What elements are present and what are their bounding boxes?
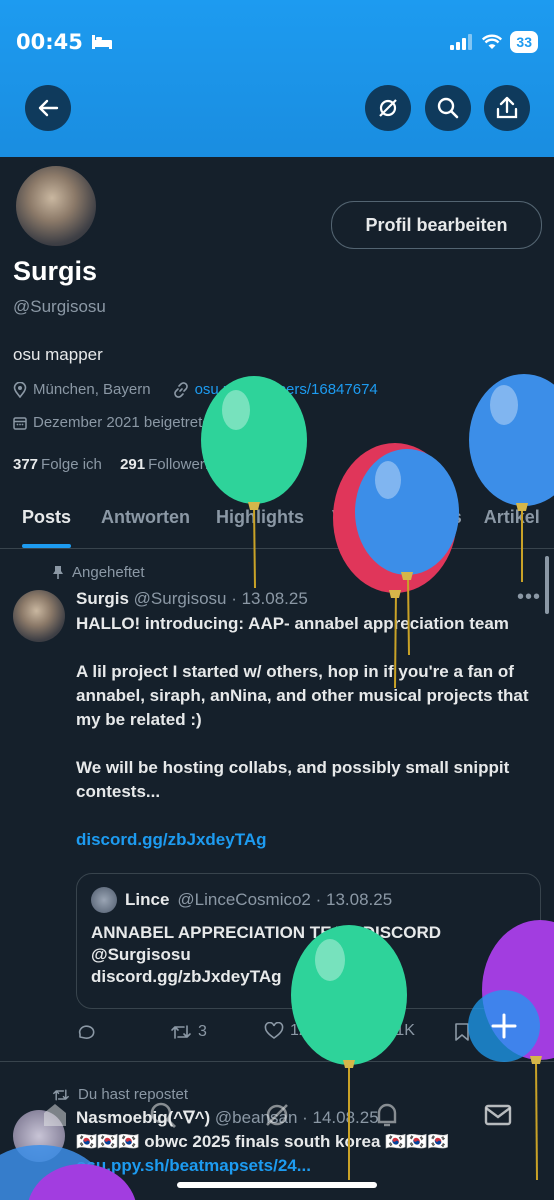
post-text-line: A lil project I started w/ others, hop i…	[76, 662, 529, 729]
pinned-indicator: Angeheftet	[52, 564, 145, 581]
more-options-icon[interactable]: •••	[517, 586, 541, 609]
profile-joined-row: Dezember 2021 beigetreten	[13, 414, 219, 431]
quote-text-line: @Surgisosu	[91, 945, 191, 964]
battery-indicator: 33	[510, 31, 538, 53]
search-icon	[437, 97, 459, 119]
quote-text-line: ANNABEL APPRECIATION TEAM DISCORD	[91, 923, 442, 942]
reply-button[interactable]	[76, 1022, 96, 1042]
followers-link[interactable]: 291 Follower:innen	[120, 456, 246, 473]
post-text-line: We will be hosting collabs, and possibly…	[76, 758, 510, 801]
quote-body: ANNABEL APPRECIATION TEAM DISCORD @Surgi…	[91, 922, 441, 988]
home-indicator	[177, 1182, 377, 1188]
tab-replies[interactable]: Antworten	[101, 490, 190, 548]
signal-icon	[450, 34, 473, 50]
view-count: 1,1K	[382, 1022, 415, 1039]
post-divider	[0, 1061, 554, 1062]
bed-icon	[91, 35, 112, 49]
tab-articles[interactable]: Artikel	[484, 490, 540, 548]
views-button[interactable]: 1,1K	[358, 1022, 415, 1040]
link-icon	[173, 381, 188, 398]
home-icon[interactable]	[40, 1100, 70, 1130]
profile-meta-row: München, Bayern osu.ppy.sh/users/1684767…	[13, 381, 378, 398]
location-pin-icon	[13, 381, 27, 398]
compose-post-button[interactable]	[468, 990, 540, 1062]
profile-bio: osu mapper	[13, 345, 103, 364]
second-post-meta: @beansan · 14.08.25	[214, 1108, 379, 1127]
profile-location: München, Bayern	[33, 381, 151, 398]
profile-banner	[0, 0, 554, 157]
pin-icon	[53, 566, 63, 579]
status-time: 00:45	[16, 30, 83, 54]
notifications-icon[interactable]	[372, 1100, 402, 1130]
repost-icon	[171, 1025, 191, 1039]
followers-label: Follower:innen	[148, 456, 246, 473]
quoted-post[interactable]: Lince @LinceCosmico2 · 13.08.25 ANNABEL …	[76, 873, 541, 1009]
like-count: 12	[290, 1022, 308, 1039]
post-author[interactable]: Surgis	[76, 589, 129, 608]
views-chart-icon	[360, 1024, 374, 1039]
second-post-text: 🇰🇷🇰🇷🇰🇷 obwc 2025 finals south korea 🇰🇷🇰🇷…	[76, 1132, 449, 1151]
profile-name: Surgis	[13, 256, 98, 286]
tab-videos[interactable]: Videos	[332, 490, 391, 548]
pinned-label: Angeheftet	[72, 564, 145, 581]
share-button[interactable]	[484, 85, 530, 131]
heart-icon	[264, 1022, 284, 1039]
profile-tabs: Posts Antworten Highlights Videos Fotos …	[0, 490, 554, 549]
post-meta: @Surgisosu · 13.08.25	[133, 589, 308, 608]
messages-icon[interactable]	[483, 1100, 513, 1130]
second-post-header: Nasmoebig(^∇^) @beansan · 14.08.25	[76, 1108, 379, 1128]
share-icon	[496, 96, 518, 119]
status-bar: 00:45 33	[16, 28, 538, 56]
search-button[interactable]	[425, 85, 471, 131]
repost-button[interactable]: 3	[170, 1022, 207, 1042]
following-count: 377	[13, 456, 39, 473]
like-button[interactable]: 12	[264, 1022, 308, 1040]
post-avatar[interactable]	[13, 590, 65, 642]
post-link[interactable]: discord.gg/zbJxdeyTAg	[76, 830, 267, 849]
following-link[interactable]: 377 Folge ich	[13, 456, 102, 473]
edit-profile-button[interactable]: Profil bearbeiten	[331, 201, 542, 249]
post-body: HALLO! introducing: AAP- annabel appreci…	[76, 612, 546, 852]
second-post-author[interactable]: Nasmoebig(^∇^)	[76, 1108, 210, 1127]
wifi-icon	[482, 34, 503, 49]
quote-meta: @LinceCosmico2 · 13.08.25	[177, 890, 393, 909]
tab-highlights[interactable]: Highlights	[216, 490, 304, 548]
quote-avatar	[91, 887, 117, 913]
balloon-blue-right-icon	[469, 374, 554, 582]
profile-avatar[interactable]	[12, 162, 100, 250]
following-label: Folge ich	[41, 456, 102, 473]
grok-button[interactable]	[365, 85, 411, 131]
quote-header: Lince @LinceCosmico2 · 13.08.25	[91, 887, 392, 913]
back-button[interactable]	[25, 85, 71, 131]
arrow-left-icon	[38, 99, 59, 117]
explore-icon[interactable]	[148, 1100, 178, 1130]
tab-posts[interactable]: Posts	[22, 490, 72, 548]
quote-author: Lince	[125, 890, 170, 909]
profile-website-link[interactable]: osu.ppy.sh/users/16847674	[195, 381, 378, 398]
repost-count: 3	[198, 1023, 207, 1040]
profile-joined: Dezember 2021 beigetreten	[33, 414, 219, 431]
calendar-icon	[13, 416, 27, 430]
grok-nav-icon[interactable]	[262, 1100, 292, 1130]
quote-text-line: discord.gg/zbJxdeyTAg	[91, 967, 282, 986]
tab-photos[interactable]: Fotos	[413, 490, 462, 548]
second-post-link[interactable]: osu.ppy.sh/beatmapsets/24...	[76, 1156, 311, 1176]
balloon-green-icon	[201, 376, 307, 589]
profile-handle: @Surgisosu	[13, 297, 106, 316]
plus-icon	[491, 1013, 517, 1039]
post-header: Surgis @Surgisosu · 13.08.25	[76, 589, 308, 609]
grok-icon	[379, 99, 397, 117]
followers-count: 291	[120, 456, 146, 473]
post-text-line: HALLO! introducing: AAP- annabel appreci…	[76, 614, 509, 633]
scrollbar[interactable]	[545, 556, 549, 614]
reply-icon	[78, 1025, 95, 1039]
follow-stats: 377 Folge ich 291 Follower:innen	[13, 456, 246, 473]
